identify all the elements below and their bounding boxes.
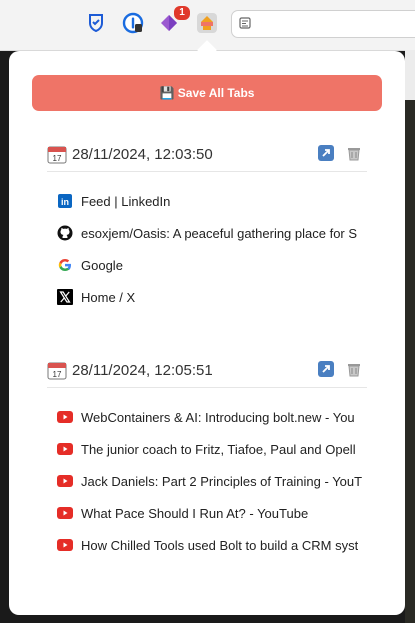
open-session-icon[interactable] bbox=[318, 145, 334, 161]
svg-text:in: in bbox=[61, 197, 69, 207]
youtube-icon bbox=[57, 505, 73, 521]
saved-session: 17 28/11/2024, 12:05:51 WebContainers & … bbox=[47, 353, 367, 561]
onepassword-icon[interactable] bbox=[122, 12, 144, 34]
session-header: 17 28/11/2024, 12:03:50 bbox=[47, 137, 367, 172]
saved-tab[interactable]: Jack Daniels: Part 2 Principles of Train… bbox=[47, 465, 367, 497]
svg-text:17: 17 bbox=[53, 370, 62, 379]
tab-title: Jack Daniels: Part 2 Principles of Train… bbox=[81, 473, 363, 489]
extension-badge: 1 bbox=[173, 5, 191, 21]
youtube-icon bbox=[57, 537, 73, 553]
session-header: 17 28/11/2024, 12:05:51 bbox=[47, 353, 367, 388]
saved-tab[interactable]: What Pace Should I Run At? - YouTube bbox=[47, 497, 367, 529]
calendar-icon: 17 bbox=[47, 362, 67, 380]
tab-saver-popup: 💾 Save All Tabs 17 28/11/2024, 12:03:50 … bbox=[9, 51, 405, 615]
open-session-icon[interactable] bbox=[318, 361, 334, 377]
delete-session-icon[interactable] bbox=[346, 361, 362, 377]
saved-tab[interactable]: The junior coach to Fritz, Tiafoe, Paul … bbox=[47, 433, 367, 465]
google-icon bbox=[57, 257, 73, 273]
tab-title: What Pace Should I Run At? - YouTube bbox=[81, 505, 309, 521]
saved-tab[interactable]: How Chilled Tools used Bolt to build a C… bbox=[47, 529, 367, 561]
tab-title: How Chilled Tools used Bolt to build a C… bbox=[81, 537, 359, 553]
tab-title: esoxjem/Oasis: A peaceful gathering plac… bbox=[81, 225, 358, 241]
page-icon bbox=[239, 17, 251, 29]
address-bar[interactable] bbox=[231, 10, 415, 38]
save-all-tabs-label: 💾 Save All Tabs bbox=[159, 86, 255, 100]
tab-title: Feed | LinkedIn bbox=[81, 193, 171, 209]
save-all-tabs-button[interactable]: 💾 Save All Tabs bbox=[32, 75, 382, 111]
background-page-header bbox=[405, 50, 415, 100]
bitwarden-shield-icon[interactable] bbox=[85, 12, 107, 34]
background-page bbox=[405, 50, 415, 623]
github-icon bbox=[57, 225, 73, 241]
saved-tab[interactable]: Google bbox=[47, 249, 367, 281]
tab-title: The junior coach to Fritz, Tiafoe, Paul … bbox=[81, 441, 356, 457]
saved-tab[interactable]: WebContainers & AI: Introducing bolt.new… bbox=[47, 401, 367, 433]
saved-tab[interactable]: esoxjem/Oasis: A peaceful gathering plac… bbox=[47, 217, 367, 249]
youtube-icon bbox=[57, 441, 73, 457]
saved-tab[interactable]: in Feed | LinkedIn bbox=[47, 185, 367, 217]
youtube-icon bbox=[57, 409, 73, 425]
tab-title: WebContainers & AI: Introducing bolt.new… bbox=[81, 409, 355, 425]
saved-tab[interactable]: Home / X bbox=[47, 281, 367, 313]
tab-title: Home / X bbox=[81, 289, 136, 305]
x-icon bbox=[57, 289, 73, 305]
youtube-icon bbox=[57, 473, 73, 489]
delete-session-icon[interactable] bbox=[346, 145, 362, 161]
svg-text:17: 17 bbox=[53, 154, 62, 163]
linkedin-icon: in bbox=[57, 193, 73, 209]
session-date: 28/11/2024, 12:03:50 bbox=[72, 145, 213, 163]
session-date: 28/11/2024, 12:05:51 bbox=[72, 361, 213, 379]
calendar-icon: 17 bbox=[47, 146, 67, 164]
tab-title: Google bbox=[81, 257, 123, 273]
tab-saver-extension-icon[interactable] bbox=[196, 12, 218, 34]
saved-session: 17 28/11/2024, 12:03:50 in Feed | Linked… bbox=[47, 137, 367, 313]
